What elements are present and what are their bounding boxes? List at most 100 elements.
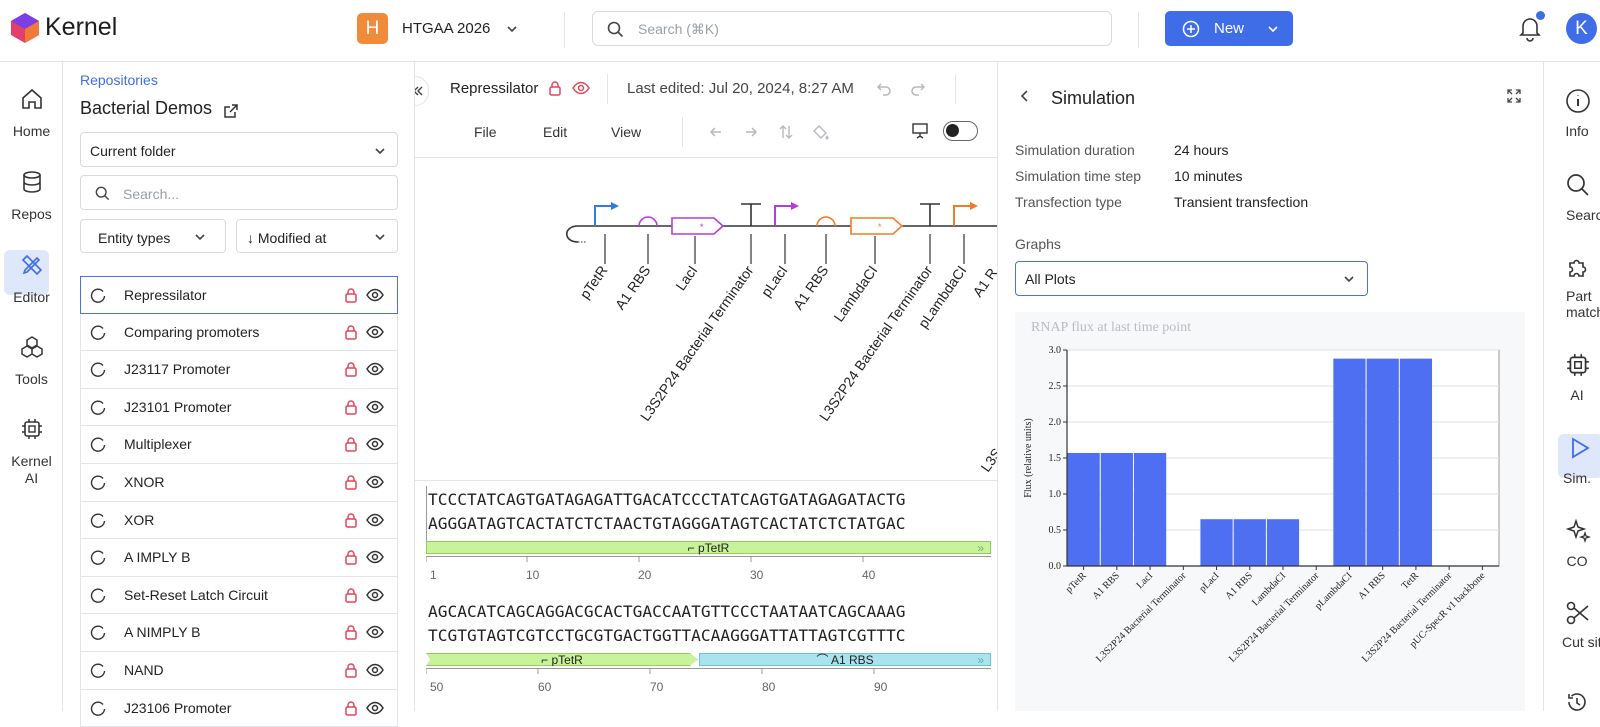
graphs-select[interactable]: All Plots xyxy=(1015,261,1368,296)
nav-editor[interactable]: Editor xyxy=(0,253,63,305)
lock-icon[interactable] xyxy=(548,80,562,96)
feature-ptetr[interactable]: ⌐ pTetR xyxy=(426,653,698,666)
nav-tools[interactable]: Tools xyxy=(0,335,63,387)
eye-icon[interactable] xyxy=(366,588,384,602)
sort-select[interactable]: ↓ Modified at xyxy=(236,219,398,253)
kernel-logo-icon[interactable] xyxy=(10,12,40,44)
list-item[interactable]: XNOR xyxy=(80,463,398,502)
list-item[interactable]: A NIMPLY B xyxy=(80,614,398,652)
rnav-cut-site[interactable]: Cut site xyxy=(1544,600,1600,650)
nav-repos[interactable]: Repos xyxy=(0,170,63,222)
list-item[interactable]: Set-Reset Latch Circuit xyxy=(80,576,398,615)
menu-file[interactable]: File xyxy=(474,124,497,140)
entity-types-filter[interactable]: Entity types xyxy=(80,219,226,253)
eye-icon[interactable] xyxy=(366,437,384,451)
collapse-panel-button[interactable] xyxy=(415,76,429,106)
list-item[interactable]: Multiplexer xyxy=(80,426,398,464)
presentation-icon[interactable] xyxy=(911,122,929,140)
rnav-simulation[interactable]: Sim. xyxy=(1544,436,1600,486)
global-search[interactable]: Search (⌘K) xyxy=(592,11,1112,46)
redo-icon[interactable] xyxy=(910,81,926,97)
list-item[interactable]: J23106 Promoter xyxy=(80,689,398,727)
rnav-co[interactable]: CO xyxy=(1544,518,1600,569)
rnav-ai[interactable]: AI xyxy=(1544,352,1600,403)
workspace-name[interactable]: HTGAA 2026 xyxy=(402,20,490,37)
terminator-icon[interactable] xyxy=(920,203,940,226)
cds-lambdaci-icon[interactable]: * xyxy=(850,217,904,235)
lock-icon[interactable] xyxy=(344,587,358,603)
lock-icon[interactable] xyxy=(344,624,358,641)
feature-ptetr[interactable]: ⌐ pTetR » xyxy=(426,541,991,555)
sequence-top-strand[interactable]: TCCCTATCAGTGATAGAGATTGACATCCCTATCAGTGATA… xyxy=(428,490,906,509)
arrow-left-icon[interactable] xyxy=(708,124,724,140)
promoter-ptetr-icon[interactable] xyxy=(594,202,619,226)
rnav-info[interactable]: Info xyxy=(1544,88,1600,139)
terminator-icon[interactable] xyxy=(741,203,761,226)
rbs-icon[interactable] xyxy=(816,216,836,227)
eye-icon[interactable] xyxy=(366,663,384,677)
sequence-top-strand[interactable]: AGCACATCAGCAGGACGCACTGACCAATGTTCCCTAATAA… xyxy=(428,602,906,621)
eye-icon[interactable] xyxy=(572,81,590,95)
rnav-part-match[interactable]: Part match xyxy=(1544,254,1600,320)
eye-icon[interactable] xyxy=(366,325,384,339)
eye-icon[interactable] xyxy=(366,625,384,639)
arrow-right-icon[interactable] xyxy=(743,124,759,140)
rbs-icon[interactable] xyxy=(638,216,658,227)
paint-bucket-icon[interactable] xyxy=(812,124,830,140)
cds-laci-icon[interactable]: * xyxy=(671,217,725,235)
lock-icon[interactable] xyxy=(344,700,358,716)
menu-edit[interactable]: Edit xyxy=(543,124,567,140)
history-icon[interactable] xyxy=(1565,690,1589,714)
bar-chart[interactable]: 0.00.51.01.52.02.53.0pTetR A1 RBS LacIL3S2… xyxy=(1015,336,1525,711)
user-avatar[interactable]: K xyxy=(1566,13,1597,44)
toggle-knob xyxy=(946,124,959,137)
eye-icon[interactable] xyxy=(366,288,384,302)
view-toggle[interactable] xyxy=(943,121,978,141)
eye-icon[interactable] xyxy=(366,550,384,564)
list-item[interactable]: Repressilator xyxy=(80,276,398,314)
eye-icon[interactable] xyxy=(366,400,384,414)
lock-icon[interactable] xyxy=(344,287,358,303)
nav-home[interactable]: Home xyxy=(0,87,63,139)
eye-icon[interactable] xyxy=(366,701,384,715)
chevron-down-icon[interactable] xyxy=(505,22,519,36)
nav-kernel-ai[interactable]: Kernel AI xyxy=(0,417,63,487)
eye-icon[interactable] xyxy=(366,362,384,376)
rnav-search[interactable]: Search xyxy=(1544,172,1600,223)
folder-select[interactable]: Current folder xyxy=(80,132,398,167)
chevron-left-icon[interactable] xyxy=(1018,89,1032,103)
feature-a1-rbs[interactable]: ⌒ A1 RBS » xyxy=(699,653,991,667)
lock-icon[interactable] xyxy=(344,662,358,678)
lock-icon[interactable] xyxy=(344,474,358,490)
expand-icon[interactable] xyxy=(1506,88,1522,104)
list-item[interactable]: NAND xyxy=(80,651,398,690)
list-item[interactable]: XOR xyxy=(80,501,398,540)
menu-view[interactable]: View xyxy=(611,124,641,140)
eye-icon[interactable] xyxy=(366,513,384,527)
list-item[interactable]: J23117 Promoter xyxy=(80,351,398,389)
circuit-map[interactable]: * * pTetR A1 RBS LacI L3S2P24 Bacterial … xyxy=(415,158,997,476)
panel-search-input[interactable]: Search... xyxy=(80,175,398,210)
list-item[interactable]: A IMPLY B xyxy=(80,539,398,577)
entity-types-label: Entity types xyxy=(98,230,171,246)
promoter-placi-icon[interactable] xyxy=(774,202,799,226)
lock-icon[interactable] xyxy=(344,324,358,340)
lock-icon[interactable] xyxy=(344,512,358,528)
eye-icon[interactable] xyxy=(366,475,384,489)
new-button[interactable]: New xyxy=(1165,11,1293,46)
breadcrumb[interactable]: Repositories xyxy=(80,72,158,88)
sequence-bottom-strand[interactable]: AGGGATAGTCACTATCTCTAACTGTAGGGATAGTCACTAT… xyxy=(428,514,906,533)
circuit-circle-icon xyxy=(90,663,106,678)
lock-icon[interactable] xyxy=(344,436,358,453)
swap-vertical-icon[interactable] xyxy=(778,124,794,140)
undo-icon[interactable] xyxy=(876,81,892,97)
sequence-bottom-strand[interactable]: TCGTGTAGTCGTCCTGCGTGACTGGTTACAAGGGATTATT… xyxy=(428,626,906,645)
lock-icon[interactable] xyxy=(344,399,358,415)
external-link-icon[interactable] xyxy=(223,103,239,119)
lock-icon[interactable] xyxy=(344,361,358,377)
promoter-plambdaci-icon[interactable] xyxy=(953,202,978,226)
list-item[interactable]: J23101 Promoter xyxy=(80,388,398,427)
lock-icon[interactable] xyxy=(344,549,358,565)
list-item[interactable]: Comparing promoters xyxy=(80,313,398,352)
workspace-badge[interactable]: H xyxy=(357,13,388,44)
